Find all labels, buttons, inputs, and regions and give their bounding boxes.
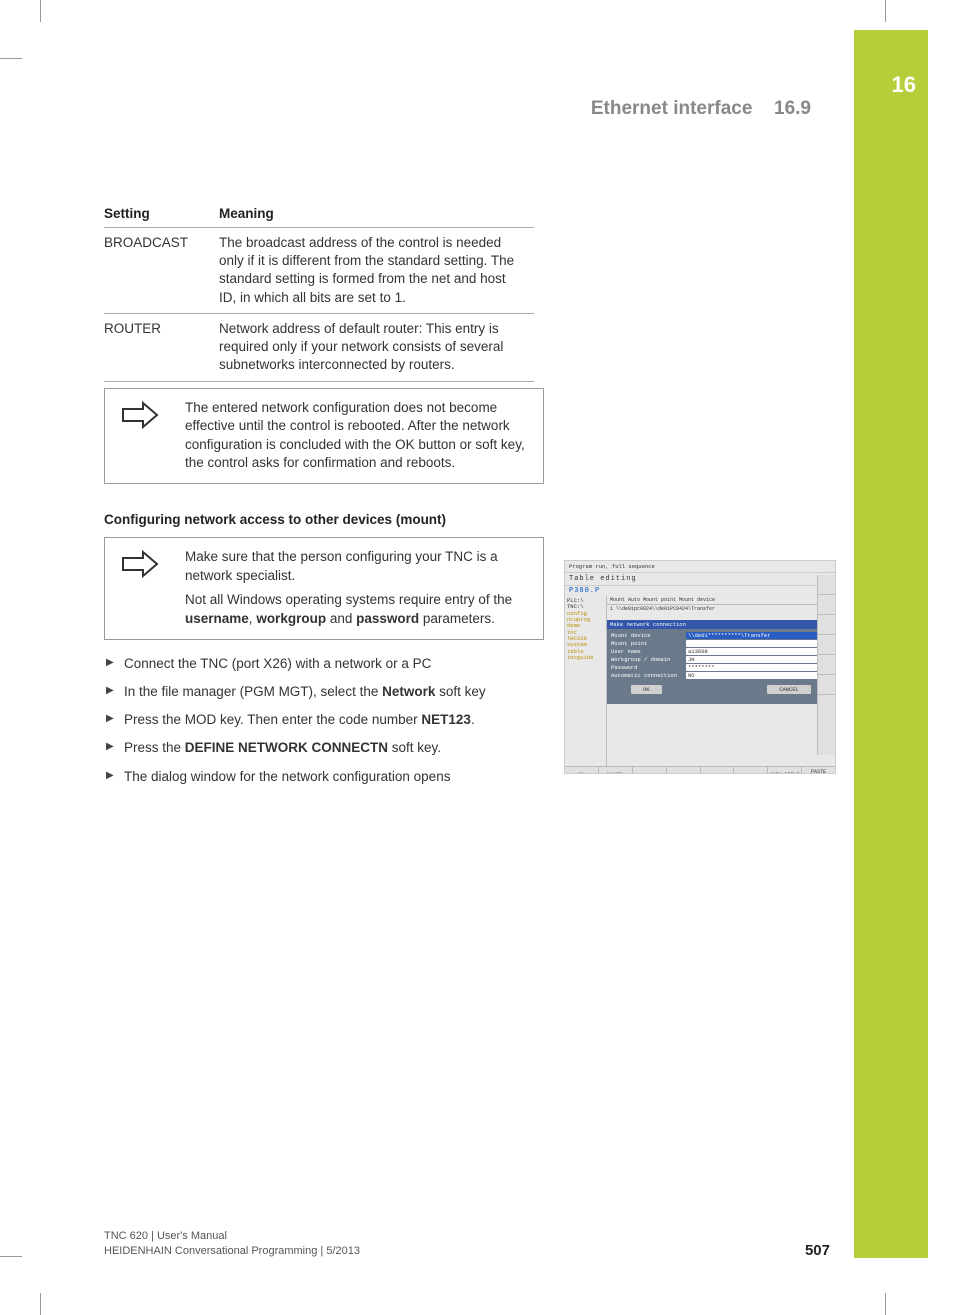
scr-row: 1 \\de01pc0024\\de01PC0424\Transfer — [607, 605, 835, 613]
scr-file: P380.P — [565, 586, 835, 596]
cell-setting: BROADCAST — [104, 228, 219, 314]
table-row: BROADCAST The broadcast address of the c… — [104, 228, 534, 314]
settings-table: Setting Meaning BROADCAST The broadcast … — [104, 200, 534, 382]
table-row: ROUTER Network address of default router… — [104, 313, 534, 381]
step-list: Connect the TNC (port X26) with a networ… — [104, 654, 544, 787]
screenshot-figure: Program run, full sequence Table editing… — [564, 560, 836, 774]
note-p1: Make sure that the person configuring yo… — [185, 548, 531, 585]
list-item: Press the DEFINE NETWORK CONNECTN soft k… — [104, 738, 544, 758]
footer-line1: TNC 620 | User's Manual — [104, 1229, 360, 1244]
cell-meaning: The broadcast address of the control is … — [219, 228, 534, 314]
dlg-cancel: CANCEL — [767, 685, 811, 694]
subheading: Configuring network access to other devi… — [104, 512, 544, 527]
note-box: The entered network configuration does n… — [104, 388, 544, 485]
note-p2: Not all Windows operating systems requir… — [185, 591, 531, 628]
col-setting: Setting — [104, 200, 219, 228]
arrow-right-icon — [121, 401, 159, 429]
list-item: Connect the TNC (port X26) with a networ… — [104, 654, 544, 674]
chapter-tab: 16 — [854, 30, 928, 1258]
header-title: Ethernet interface — [591, 98, 753, 119]
crop-mark — [885, 0, 886, 22]
note-text: The entered network configuration does n… — [185, 399, 531, 474]
list-item: In the file manager (PGM MGT), select th… — [104, 682, 544, 702]
scr-columns: Mount Auto Mount point Mount device — [607, 596, 835, 605]
crop-mark — [40, 0, 41, 22]
list-item: The dialog window for the network config… — [104, 767, 544, 787]
crop-mark — [885, 1293, 886, 1315]
scr-title: Table editing — [565, 573, 835, 586]
scr-softkeys: OK CANCEL COPY FIELD PASTE FIELD — [565, 766, 835, 774]
scr-dialog: Make network connection Mount device\\de… — [607, 620, 835, 704]
list-item: Press the MOD key. Then enter the code n… — [104, 710, 544, 730]
page-footer: TNC 620 | User's Manual HEIDENHAIN Conve… — [104, 1229, 830, 1259]
crop-mark — [0, 58, 22, 59]
scr-side-buttons — [817, 575, 835, 755]
scr-tree: PLC:\ TNC:\ config ncuprog demo tnc THC3… — [565, 596, 607, 766]
col-meaning: Meaning — [219, 200, 534, 228]
crop-mark — [40, 1293, 41, 1315]
cell-setting: ROUTER — [104, 313, 219, 381]
footer-line2: HEIDENHAIN Conversational Programming | … — [104, 1244, 360, 1259]
cell-meaning: Network address of default router: This … — [219, 313, 534, 381]
dlg-ok: OK — [631, 685, 662, 694]
chapter-number: 16 — [892, 72, 916, 98]
page-number: 507 — [805, 1242, 830, 1259]
scr-mode: Program run, full sequence — [565, 561, 835, 573]
page-header: Ethernet interface 16.9 — [96, 98, 831, 120]
arrow-right-icon — [121, 550, 159, 578]
note-box: Make sure that the person configuring yo… — [104, 537, 544, 640]
header-section: 16.9 — [774, 98, 811, 119]
crop-mark — [0, 1256, 22, 1257]
